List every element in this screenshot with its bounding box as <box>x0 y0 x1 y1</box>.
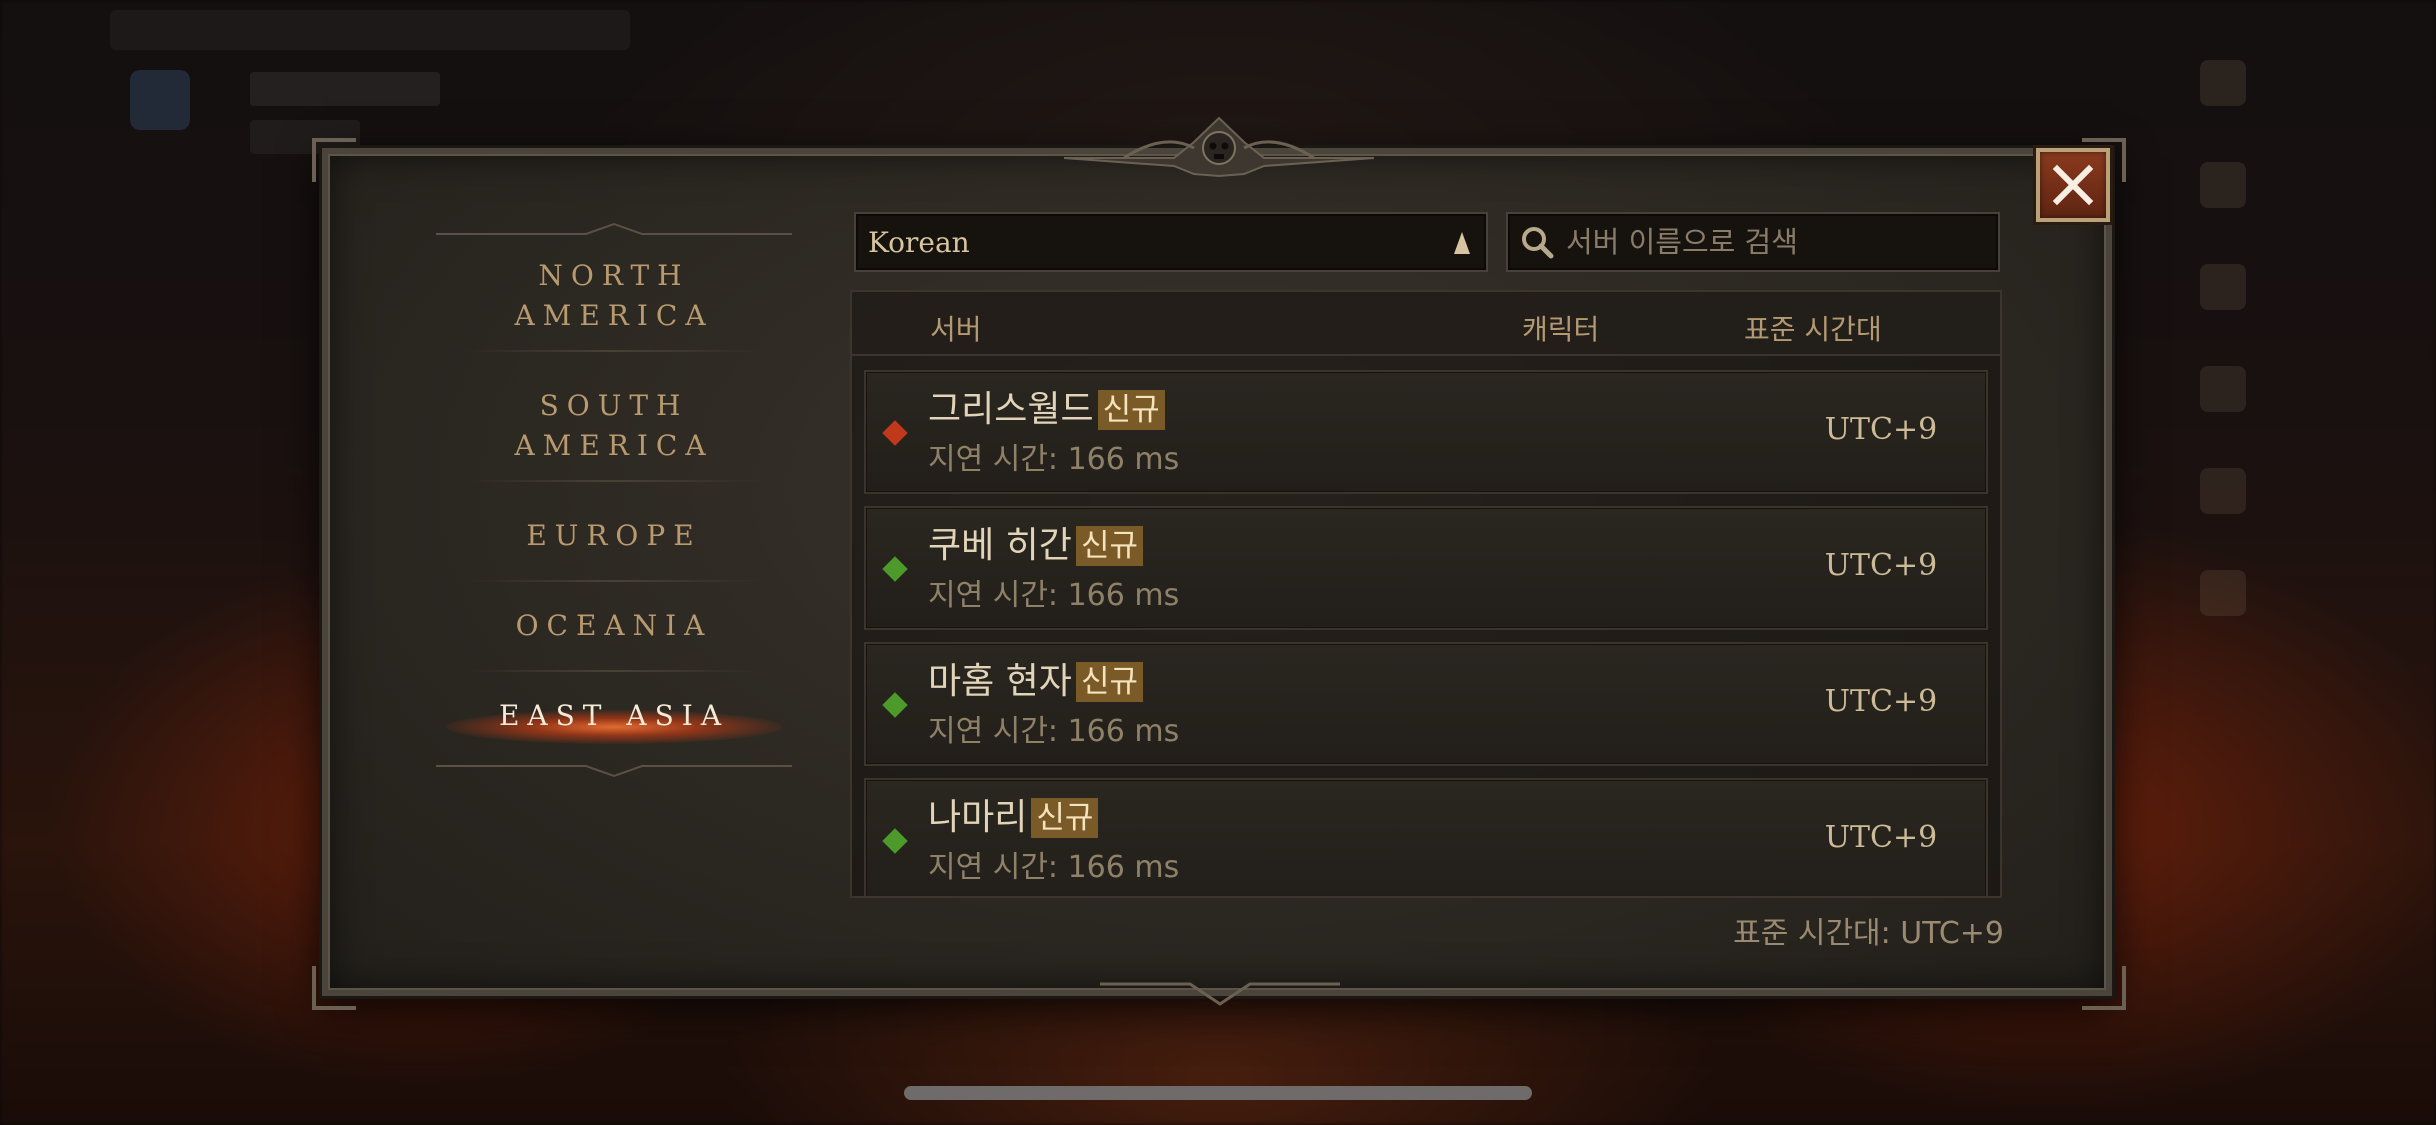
server-row[interactable]: 쿠베 히간 신규 지연 시간: 166 ms UTC+9 <box>864 506 1988 630</box>
region-label: SOUTH <box>539 389 689 422</box>
region-list: NORTH AMERICA SOUTH AMERICA EUROPE OCEAN… <box>436 220 792 780</box>
region-item-east-asia[interactable]: EAST ASIA <box>436 696 792 758</box>
server-name-line: 그리스월드 신규 <box>928 388 1165 432</box>
region-label: EAST ASIA <box>498 699 730 732</box>
language-select-value: Korean <box>868 225 970 259</box>
server-timezone: UTC+9 <box>1824 820 1938 855</box>
header-timezone: 표준 시간대 <box>1744 313 1882 346</box>
close-button[interactable] <box>2036 148 2110 222</box>
chevron-up-icon <box>1454 232 1470 254</box>
region-item-south-america[interactable]: SOUTH AMERICA <box>436 386 792 482</box>
footer-timezone: 표준 시간대: UTC+9 <box>1733 916 2004 951</box>
server-name-line: 쿠베 히간 신규 <box>928 524 1143 568</box>
background-badge-blur <box>130 70 190 130</box>
server-table-header: 서버 캐릭터 표준 시간대 <box>852 292 2000 356</box>
region-list-top-ornament <box>436 222 792 235</box>
region-item-north-america[interactable]: NORTH AMERICA <box>436 256 792 352</box>
skull-crest-icon <box>1064 116 1374 178</box>
close-icon <box>2052 164 2094 206</box>
region-label: AMERICA <box>514 299 714 332</box>
new-badge: 신규 <box>1097 390 1165 430</box>
server-timezone: UTC+9 <box>1824 684 1938 719</box>
server-table: 서버 캐릭터 표준 시간대 그리스월드 신규 지연 시간: 166 ms UTC+… <box>850 290 2002 898</box>
server-name: 그리스월드 <box>928 389 1094 430</box>
new-badge: 신규 <box>1075 662 1143 702</box>
server-search-box[interactable] <box>1506 212 2000 272</box>
background-title-blur <box>110 10 630 50</box>
frame-bottom-ornament <box>1100 982 1340 1006</box>
region-item-oceania[interactable]: OCEANIA <box>436 606 792 672</box>
background-menu-blur <box>2200 60 2260 740</box>
server-latency: 지연 시간: 166 ms <box>928 578 1180 613</box>
frame-corner <box>312 966 356 1010</box>
server-status-icon <box>882 692 908 718</box>
server-timezone: UTC+9 <box>1824 548 1938 583</box>
server-latency: 지연 시간: 166 ms <box>928 714 1180 749</box>
header-character: 캐릭터 <box>1522 313 1600 346</box>
server-name-line: 나마리 신규 <box>928 796 1099 840</box>
search-icon <box>1522 227 1554 259</box>
server-name: 마홈 현자 <box>928 661 1072 702</box>
server-name: 쿠베 히간 <box>928 525 1072 566</box>
region-label: AMERICA <box>514 429 714 462</box>
background-text-blur <box>250 72 440 106</box>
region-label: OCEANIA <box>515 609 713 642</box>
server-row[interactable]: 나마리 신규 지연 시간: 166 ms UTC+9 <box>864 778 1988 896</box>
server-timezone: UTC+9 <box>1824 412 1938 447</box>
language-select[interactable]: Korean <box>854 212 1488 272</box>
region-label: NORTH <box>538 259 690 292</box>
server-name-line: 마홈 현자 신규 <box>928 660 1143 704</box>
server-row[interactable]: 그리스월드 신규 지연 시간: 166 ms UTC+9 <box>864 370 1988 494</box>
server-search-input[interactable] <box>1564 224 1988 260</box>
new-badge: 신규 <box>1075 526 1143 566</box>
frame-corner <box>312 138 356 182</box>
server-name: 나마리 <box>928 797 1028 838</box>
home-indicator[interactable] <box>904 1086 1532 1100</box>
region-item-europe[interactable]: EUROPE <box>436 516 792 582</box>
frame-corner <box>2082 966 2126 1010</box>
server-latency: 지연 시간: 166 ms <box>928 850 1180 885</box>
new-badge: 신규 <box>1031 798 1099 838</box>
server-row[interactable]: 마홈 현자 신규 지연 시간: 166 ms UTC+9 <box>864 642 1988 766</box>
region-list-bottom-ornament <box>436 765 792 778</box>
server-status-icon <box>882 420 908 446</box>
server-status-icon <box>882 556 908 582</box>
server-latency: 지연 시간: 166 ms <box>928 442 1180 477</box>
header-server: 서버 <box>930 313 982 346</box>
region-label: EUROPE <box>526 519 702 552</box>
server-status-icon <box>882 828 908 854</box>
